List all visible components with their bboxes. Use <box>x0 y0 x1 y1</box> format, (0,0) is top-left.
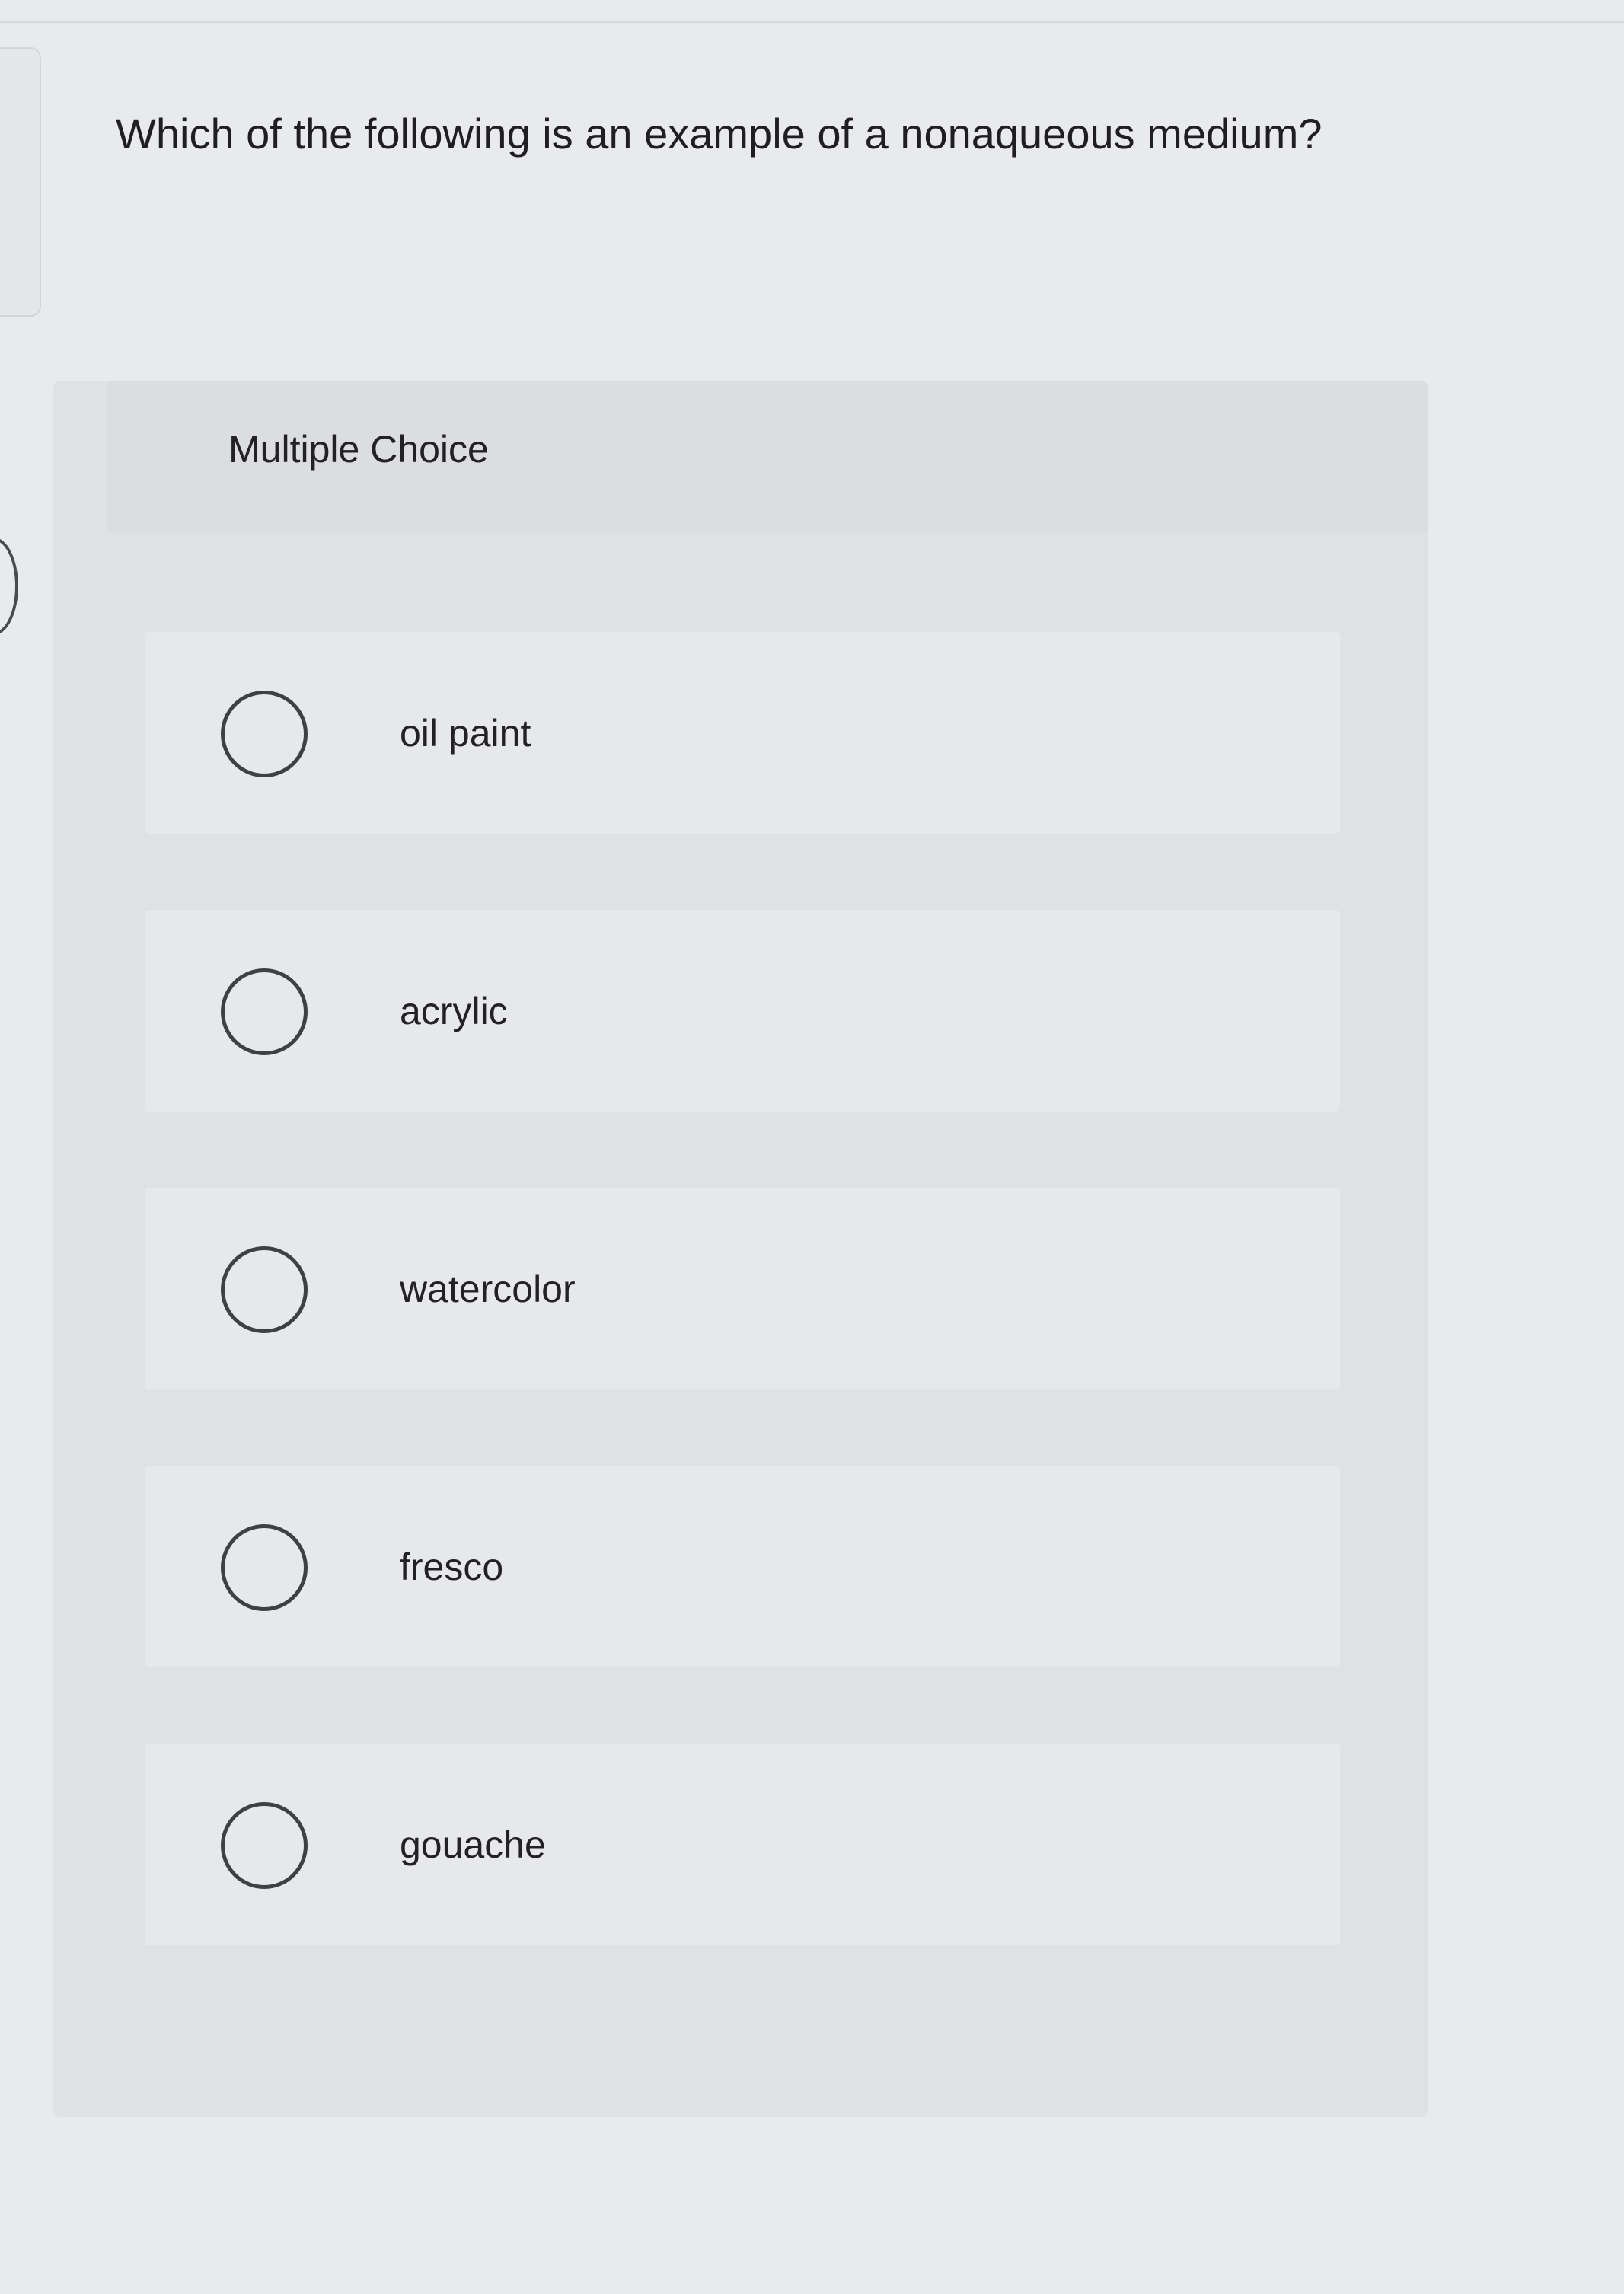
radio-button-icon[interactable] <box>221 1801 308 1889</box>
answer-option[interactable]: acrylic <box>145 910 1340 1112</box>
answer-option-label[interactable]: gouache <box>400 1820 546 1869</box>
answer-option-label[interactable]: fresco <box>400 1543 503 1591</box>
radio-button-icon[interactable] <box>221 1523 308 1611</box>
answer-option[interactable]: fresco <box>145 1466 1340 1667</box>
answer-option[interactable]: watercolor <box>145 1188 1340 1389</box>
answer-option-label[interactable]: oil paint <box>400 709 531 758</box>
side-panel-tab[interactable] <box>0 47 41 317</box>
side-panel-handle[interactable] <box>0 538 18 635</box>
radio-button-icon[interactable] <box>221 1246 308 1333</box>
question-card: Multiple Choice oil paint acrylic waterc… <box>53 381 1428 2117</box>
question-prompt: Which of the following is an example of … <box>116 110 1322 158</box>
answer-option-label[interactable]: acrylic <box>400 987 508 1035</box>
answer-option[interactable]: oil paint <box>145 632 1340 834</box>
answer-option[interactable]: gouache <box>145 1744 1340 1945</box>
top-divider <box>0 21 1624 23</box>
answer-options: oil paint acrylic watercolor fresco goua… <box>145 632 1340 2021</box>
radio-button-icon[interactable] <box>221 690 308 777</box>
question-type-label: Multiple Choice <box>228 428 489 471</box>
answer-option-label[interactable]: watercolor <box>400 1265 576 1313</box>
radio-button-icon[interactable] <box>221 968 308 1055</box>
